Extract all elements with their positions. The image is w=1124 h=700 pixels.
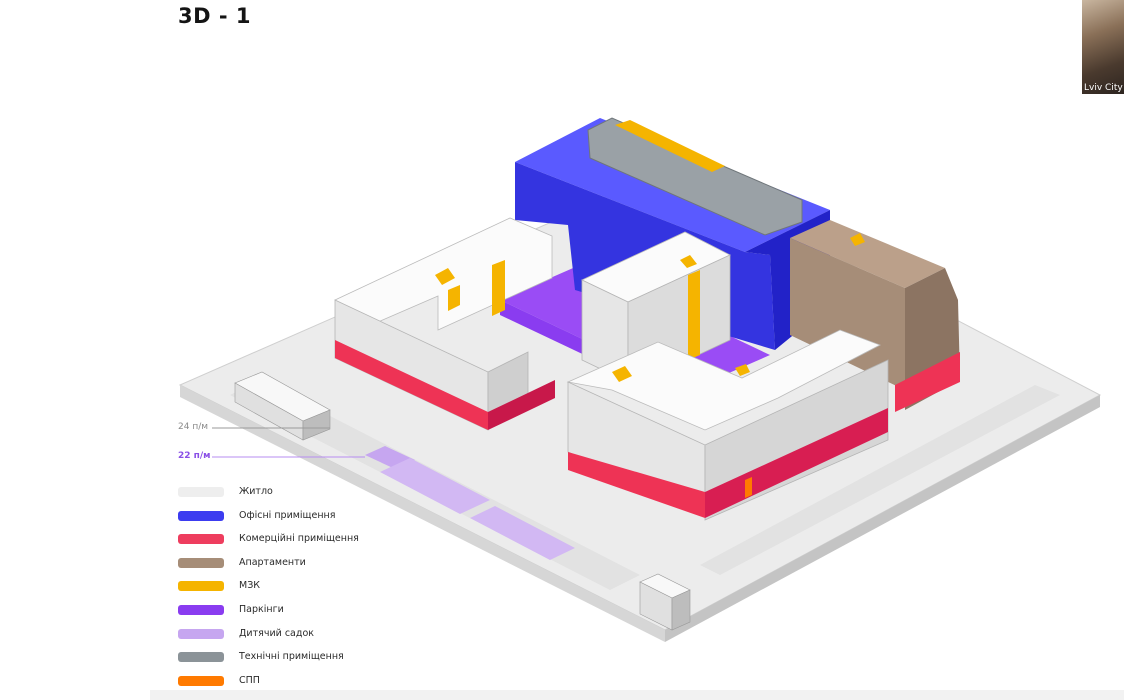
- isometric-massing-model: [178, 117, 1102, 642]
- level-label-24: 24 п/м: [178, 422, 209, 432]
- legend-item-mzk: МЗК: [178, 580, 418, 594]
- legend-label: Комерційні приміщення: [239, 533, 359, 545]
- legend-label: Технічні приміщення: [239, 651, 344, 663]
- legend-item-residential: Житло: [178, 486, 418, 500]
- legend-swatch: [178, 510, 224, 521]
- left-block-core-2: [492, 260, 505, 316]
- legend-swatch: [178, 652, 224, 663]
- legend-swatch: [178, 605, 224, 615]
- legend-label: СПП: [239, 674, 260, 686]
- front-block-spp: [745, 477, 752, 498]
- legend-item-kindergarten: Дитячий садок: [178, 628, 418, 642]
- bottom-bar: [150, 690, 1124, 700]
- legend-swatch: [178, 628, 224, 639]
- legend-swatch: [178, 675, 224, 686]
- legend-swatch: [178, 487, 224, 497]
- legend-label: Апартаменти: [239, 556, 306, 568]
- legend-label: Офісні приміщення: [239, 509, 336, 521]
- middle-block-core: [688, 270, 700, 360]
- legend-item-technical: Технічні приміщення: [178, 651, 418, 665]
- legend-item-office: Офісні приміщення: [178, 510, 418, 524]
- legend-label: Житло: [239, 486, 273, 497]
- legend-label: Паркінги: [239, 604, 284, 615]
- legend-item-apartments: Апартаменти: [178, 557, 418, 571]
- legend-swatch: [178, 557, 224, 568]
- legend-item-parking: Паркінги: [178, 604, 418, 618]
- legend-swatch: [178, 581, 224, 592]
- legend-item-spp: СПП: [178, 675, 418, 689]
- legend-label: МЗК: [239, 580, 261, 592]
- level-label-22: 22 п/м: [178, 451, 211, 461]
- legend-item-commercial: Комерційні приміщення: [178, 533, 418, 547]
- legend-swatch: [178, 534, 224, 545]
- legend-label: Дитячий садок: [239, 627, 314, 639]
